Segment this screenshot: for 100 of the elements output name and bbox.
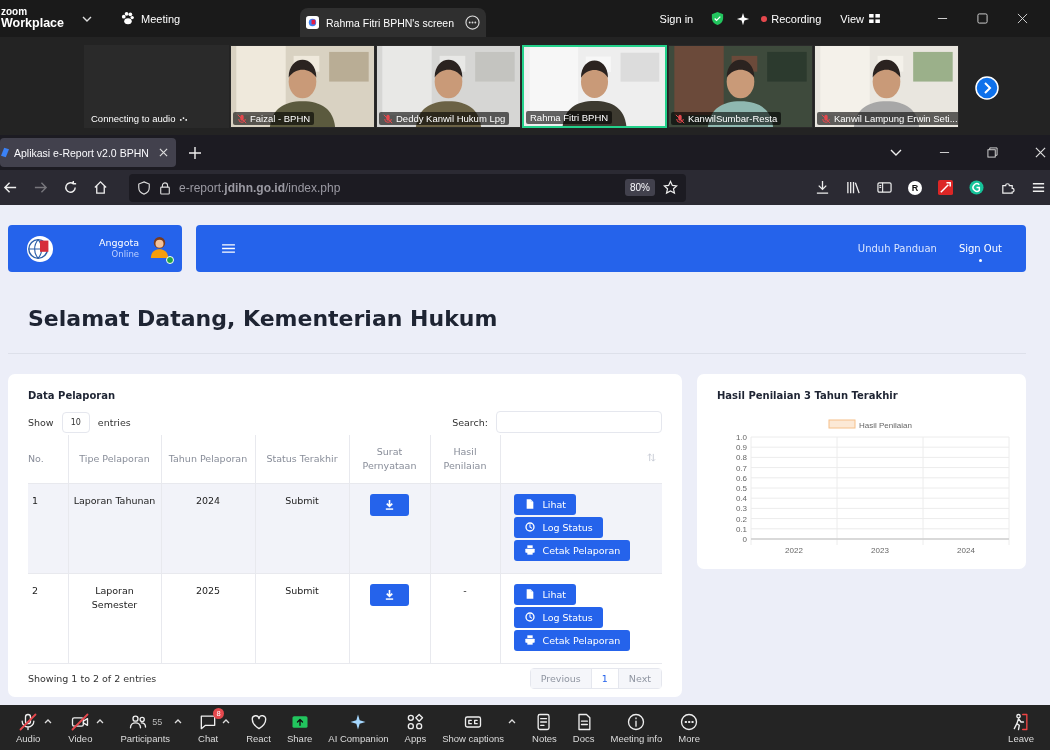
search-field[interactable] bbox=[496, 411, 662, 433]
caret-icon[interactable] bbox=[508, 717, 516, 724]
download-icon bbox=[384, 589, 395, 600]
toolbar-button[interactable]: Notes bbox=[524, 711, 565, 744]
close-icon[interactable] bbox=[1017, 13, 1028, 24]
camera-icon bbox=[70, 711, 91, 732]
download-button[interactable] bbox=[370, 583, 409, 606]
new-tab-icon[interactable] bbox=[189, 146, 201, 159]
chevron-down-icon[interactable] bbox=[890, 148, 902, 157]
video-tile[interactable]: Faizal - BPHN bbox=[230, 45, 375, 128]
zoom-level-badge[interactable]: 80% bbox=[625, 179, 655, 196]
axis-tick-label: 0.3 bbox=[735, 504, 747, 514]
toolbar-button[interactable]: AI Companion bbox=[320, 711, 397, 744]
log-status-button[interactable]: Log Status bbox=[513, 606, 603, 628]
more-icon[interactable] bbox=[465, 15, 480, 30]
table-cell: 2 bbox=[28, 573, 68, 663]
column-header[interactable]: Hasil Penilaian bbox=[430, 435, 500, 483]
axis-tick-label: 0 bbox=[742, 535, 747, 544]
close-icon[interactable] bbox=[159, 148, 168, 157]
nav-link[interactable]: Unduh Panduan bbox=[857, 239, 937, 258]
column-header[interactable]: Tahun Pelaporan bbox=[161, 435, 255, 483]
participant-name: Rahma Fitri BPHN bbox=[530, 112, 609, 123]
reload-icon[interactable] bbox=[63, 180, 78, 195]
sign-in-button[interactable]: Sign in bbox=[659, 12, 694, 25]
profile-avatar[interactable]: R bbox=[908, 180, 922, 195]
toolbar-button[interactable]: Docs bbox=[564, 711, 603, 744]
column-header[interactable]: Tipe Pelaporan bbox=[68, 435, 161, 483]
table-cell: 2025 bbox=[161, 573, 255, 663]
video-tile[interactable]: Rahma Fitri BPHN bbox=[522, 45, 667, 128]
download-button[interactable] bbox=[370, 493, 409, 516]
page-size-select[interactable]: 10 bbox=[61, 411, 90, 433]
participant-name: KanwilSumbar-Resta bbox=[688, 113, 778, 124]
toolbar-button[interactable]: Show captions bbox=[434, 711, 512, 744]
library-icon[interactable] bbox=[846, 180, 861, 195]
participant-name: Kanwil Lampung Erwin Seti... bbox=[834, 113, 958, 124]
axis-tick-label: 0.4 bbox=[735, 494, 747, 504]
caret-icon[interactable] bbox=[174, 717, 183, 724]
axis-tick-label: 2023 bbox=[871, 546, 889, 555]
toolbar-button[interactable]: React bbox=[238, 711, 279, 744]
logo-text: Workplace bbox=[1, 17, 65, 30]
axis-tick-label: 1.0 bbox=[735, 433, 747, 442]
toolbar-button[interactable]: Share bbox=[279, 711, 321, 744]
video-tile[interactable]: Deddy Kanwil Hukum Lpg bbox=[376, 45, 521, 128]
info-icon bbox=[626, 711, 647, 732]
view-button[interactable]: Lihat bbox=[513, 493, 576, 515]
toolbar-button[interactable]: More bbox=[670, 711, 708, 744]
log-status-button[interactable]: Log Status bbox=[513, 516, 603, 538]
address-bar[interactable]: e-report.jdihn.go.id/index.php 80% bbox=[129, 173, 686, 202]
toolbar-button[interactable]: Apps bbox=[396, 711, 435, 744]
printer-icon bbox=[523, 634, 536, 646]
table-cell: Laporan Tahunan bbox=[68, 483, 161, 573]
meeting-tab[interactable]: Meeting bbox=[120, 11, 300, 26]
caret-icon[interactable] bbox=[96, 717, 105, 724]
back-icon[interactable] bbox=[3, 180, 18, 195]
apps-icon bbox=[405, 711, 426, 732]
printer-icon bbox=[523, 544, 536, 556]
maximize-icon[interactable] bbox=[977, 13, 988, 24]
caret-icon[interactable] bbox=[44, 717, 53, 724]
menu-icon[interactable] bbox=[1031, 180, 1046, 195]
column-header[interactable]: Status Terakhir bbox=[255, 435, 349, 483]
browser-tab[interactable]: Aplikasi e-Report v2.0 BPHN bbox=[0, 138, 176, 167]
screen-share-tab[interactable]: Rahma Fitri BPHN's screen bbox=[300, 8, 486, 37]
video-tile[interactable]: KanwilSumbar-Resta bbox=[668, 45, 813, 128]
toolbar-button[interactable]: Leave bbox=[1000, 711, 1042, 744]
toolbar-button[interactable]: 55 Participants bbox=[112, 711, 179, 744]
toolbar-button[interactable]: Meeting info bbox=[602, 711, 671, 744]
toolbar-button[interactable]: Audio bbox=[8, 711, 49, 744]
extension-icon[interactable] bbox=[938, 180, 953, 195]
toolbar-button[interactable]: Video bbox=[60, 711, 101, 744]
home-icon[interactable] bbox=[93, 180, 108, 195]
video-tile[interactable]: Kanwil Lampung Erwin Seti... bbox=[814, 45, 959, 128]
restore-icon[interactable] bbox=[987, 147, 998, 158]
url-text: e-report.jdihn.go.id/index.php bbox=[179, 180, 341, 195]
axis-tick-label: 0.6 bbox=[735, 473, 747, 483]
column-header[interactable]: Surat Pernyataan bbox=[349, 435, 430, 483]
download-icon[interactable] bbox=[815, 180, 830, 195]
recording-indicator[interactable]: Recording bbox=[761, 12, 822, 25]
column-header[interactable]: No. bbox=[28, 435, 68, 483]
next-page-icon[interactable] bbox=[975, 76, 999, 100]
view-button[interactable]: View bbox=[840, 12, 880, 25]
view-button[interactable]: Lihat bbox=[513, 583, 576, 605]
user-status: Online bbox=[111, 249, 139, 260]
video-tile[interactable]: Connecting to audio bbox=[84, 45, 229, 128]
grammar-extension-icon[interactable] bbox=[969, 180, 984, 195]
participant-count: 55 bbox=[152, 716, 163, 727]
card-title: Hasil Penilaian 3 Tahun Terakhir bbox=[717, 390, 899, 401]
chevron-down-icon[interactable] bbox=[82, 15, 92, 22]
table-cell: Submit bbox=[255, 483, 349, 573]
extensions-icon[interactable] bbox=[1000, 180, 1015, 195]
sidebar-icon[interactable] bbox=[877, 180, 892, 195]
shield-icon[interactable] bbox=[710, 11, 726, 26]
print-button[interactable]: Cetak Pelaporan bbox=[513, 629, 631, 651]
bookmark-star-icon[interactable] bbox=[663, 180, 678, 195]
caret-icon[interactable] bbox=[222, 717, 231, 724]
close-icon[interactable] bbox=[1035, 147, 1046, 158]
print-button[interactable]: Cetak Pelaporan bbox=[513, 539, 631, 561]
paw-icon bbox=[120, 11, 135, 26]
axis-tick-label: 2022 bbox=[785, 546, 803, 555]
user-role: Anggota bbox=[99, 237, 139, 250]
page-title: Selamat Datang, Kementerian Hukum bbox=[8, 306, 1026, 354]
